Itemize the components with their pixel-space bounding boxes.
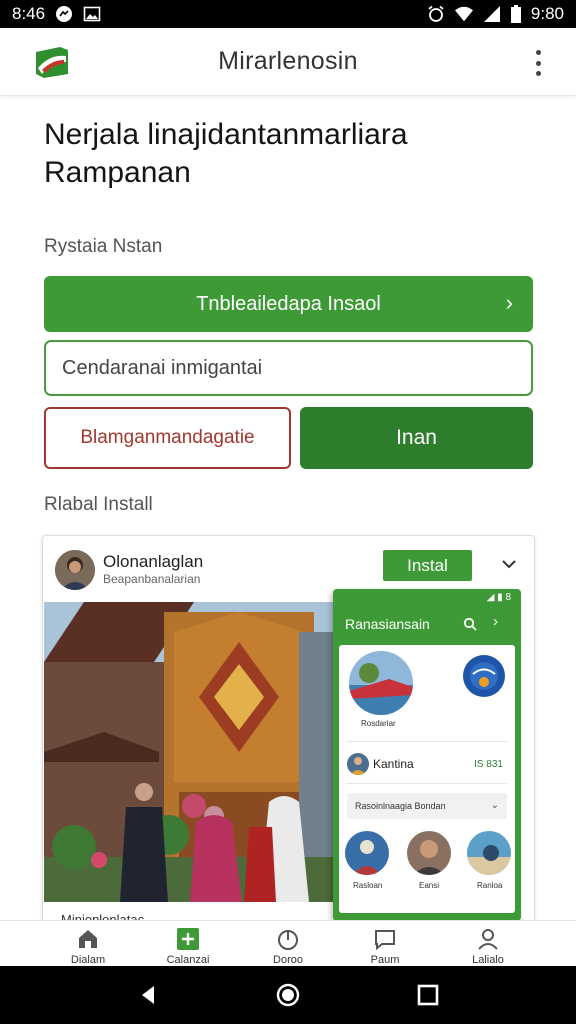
nav-label-profile: Lalialo bbox=[472, 954, 504, 966]
back-icon[interactable] bbox=[136, 983, 160, 1007]
status-left: 8:46 bbox=[12, 4, 101, 24]
story-caption-3: Eansi bbox=[419, 881, 440, 890]
nav-item-profile[interactable]: Lalialo bbox=[438, 921, 538, 967]
alarm-icon bbox=[428, 5, 444, 22]
traditional-house-photo bbox=[44, 602, 336, 902]
app-title: Mirarlenosin bbox=[218, 47, 358, 75]
dot-icon bbox=[535, 71, 541, 76]
status-right: 9:80 bbox=[427, 4, 564, 24]
plus-icon bbox=[177, 928, 199, 950]
primary-install-button[interactable]: Tnbleailedapa Insaol › bbox=[44, 276, 533, 332]
card-install-button[interactable]: Instal bbox=[383, 550, 472, 581]
divider bbox=[347, 741, 507, 742]
card-subtitle: Beapanbanalarian bbox=[103, 572, 201, 586]
wifi-icon bbox=[454, 6, 473, 22]
landscape-thumbnail bbox=[349, 651, 413, 715]
story-caption-2: Rasloan bbox=[353, 881, 383, 890]
row-name: Kantina bbox=[373, 757, 414, 771]
battery-icon bbox=[510, 5, 521, 23]
search-icon bbox=[463, 617, 477, 631]
story-image-4 bbox=[467, 831, 511, 875]
avatar bbox=[55, 550, 95, 590]
status-bar: 8:46 9:80 bbox=[0, 0, 576, 28]
app-card[interactable]: Olonanlaglan Beapanbanalarian Instal ◢ ▮… bbox=[42, 535, 535, 935]
chevron-down-icon[interactable] bbox=[499, 554, 519, 574]
messenger-icon bbox=[56, 6, 73, 22]
person-icon bbox=[478, 929, 498, 950]
card-photo bbox=[44, 602, 336, 902]
section-label-install: Rystaia Nstan bbox=[44, 236, 163, 257]
signal-icon bbox=[483, 6, 500, 22]
row-avatar bbox=[347, 753, 369, 775]
nav-label-power: Doroo bbox=[273, 954, 303, 966]
system-nav-bar bbox=[0, 966, 576, 1024]
home-icon bbox=[79, 930, 97, 948]
power-icon bbox=[278, 930, 298, 950]
image-notification-icon bbox=[83, 6, 101, 22]
nav-item-add[interactable]: Calanzai bbox=[138, 921, 238, 967]
phone-preview: ◢ ▮ 8 Ranasiansain › Rosdariar Kantina I… bbox=[333, 589, 521, 921]
chevron-right-icon: › bbox=[493, 613, 498, 630]
phone-status: ◢ ▮ 8 bbox=[486, 592, 511, 603]
secondary-outline-button[interactable]: Blamganmandagatie bbox=[44, 407, 291, 469]
bottom-nav: Dialam Calanzai Doroo Paum Lalialo bbox=[0, 920, 576, 966]
overflow-menu-button[interactable] bbox=[526, 48, 550, 78]
story-image-3 bbox=[407, 831, 451, 875]
text-input[interactable] bbox=[44, 340, 533, 396]
status-time-right: 9:80 bbox=[530, 4, 564, 23]
app-bar: Mirarlenosin bbox=[0, 28, 576, 96]
primary-install-button-label: Tnbleailedapa Insaol bbox=[196, 292, 381, 315]
nav-item-power[interactable]: Doroo bbox=[238, 921, 338, 967]
phone-select-label: Rasoinlnaagia Bondan bbox=[355, 801, 446, 811]
card-author: Olonanlaglan bbox=[103, 552, 204, 571]
nav-label-home: Dialam bbox=[70, 954, 106, 966]
chevron-down-icon: ⌄ bbox=[490, 800, 499, 811]
recents-icon[interactable] bbox=[416, 983, 440, 1007]
row-value: IS 831 bbox=[474, 759, 503, 770]
avatar-image bbox=[55, 550, 95, 590]
section-label-mabal: Rlabal Install bbox=[44, 494, 153, 515]
globe-icon bbox=[463, 655, 505, 697]
app-screen: 8:46 9:80 Mirarlenosin Nerjala linajidan… bbox=[0, 0, 576, 1024]
headline-line-1: Nerjala linajidantanmarliara bbox=[44, 118, 408, 151]
page-headline: Nerjala linajidantanmarliara Rampanan bbox=[44, 116, 544, 192]
phone-title: Ranasiansain bbox=[345, 616, 430, 632]
story-caption-1: Rosdariar bbox=[361, 719, 396, 728]
status-time-left: 8:46 bbox=[12, 4, 46, 23]
story-image-2 bbox=[345, 831, 389, 875]
dot-icon bbox=[535, 50, 541, 55]
chevron-right-icon: › bbox=[505, 290, 513, 315]
nav-item-home[interactable]: Dialam bbox=[38, 921, 138, 967]
nav-label-add: Calanzai bbox=[166, 954, 210, 966]
chat-icon bbox=[375, 930, 395, 951]
headline-line-2: Rampanan bbox=[44, 156, 191, 189]
story-caption-4: Ranloa bbox=[477, 881, 503, 890]
home-circle-icon[interactable] bbox=[276, 983, 300, 1007]
dot-icon bbox=[535, 60, 541, 66]
nav-item-chat[interactable]: Paum bbox=[335, 921, 435, 967]
confirm-button[interactable]: Inan bbox=[300, 407, 533, 469]
phone-body: Rosdariar Kantina IS 831 Rasoinlnaagia B… bbox=[339, 645, 515, 913]
divider bbox=[347, 783, 507, 784]
phone-app-bar: Ranasiansain › bbox=[333, 605, 521, 645]
story-image-1 bbox=[349, 651, 413, 715]
phone-select[interactable]: Rasoinlnaagia Bondan ⌄ bbox=[347, 793, 507, 819]
nav-label-chat: Paum bbox=[370, 954, 400, 966]
